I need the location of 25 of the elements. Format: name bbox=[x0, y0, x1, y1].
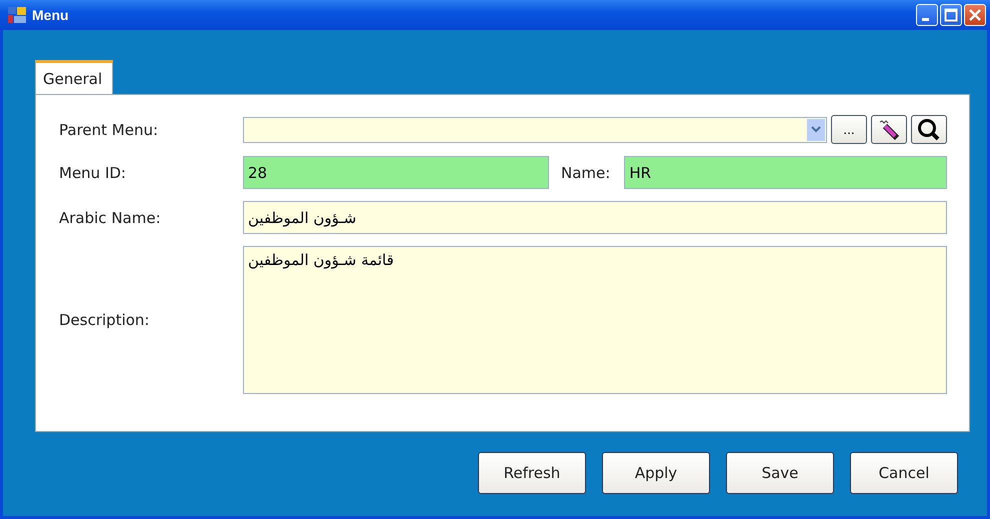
pencil-icon[interactable] bbox=[871, 115, 907, 144]
window-title: Menu bbox=[32, 7, 70, 23]
tab[interactable]: General bbox=[35, 60, 114, 94]
dialog-button[interactable]: Cancel bbox=[850, 452, 958, 494]
close-button[interactable] bbox=[964, 4, 986, 26]
field-label: Name: bbox=[561, 164, 610, 182]
field-label: Menu ID: bbox=[59, 164, 127, 182]
dialog-button[interactable]: Save bbox=[726, 452, 834, 494]
dialog-button[interactable]: Apply bbox=[602, 452, 710, 494]
dialog-button[interactable]: Refresh bbox=[478, 452, 586, 494]
browse-button[interactable]: ... bbox=[831, 115, 867, 144]
field-label: Parent Menu: bbox=[59, 120, 160, 138]
maximize-button[interactable] bbox=[940, 4, 962, 26]
field-label: Description: bbox=[59, 311, 150, 329]
minimize-icon bbox=[922, 18, 928, 20]
arabic-name-field[interactable]: شـؤون الموظفين bbox=[243, 201, 947, 234]
window-grid-icon bbox=[8, 7, 26, 23]
description-field[interactable]: قائمة شـؤون الموظفين bbox=[243, 246, 947, 394]
maximize-icon bbox=[944, 8, 958, 22]
name-field[interactable]: HR bbox=[624, 156, 947, 189]
search-icon[interactable] bbox=[911, 115, 947, 144]
minimize-button[interactable] bbox=[916, 4, 938, 26]
field-label: Arabic Name: bbox=[59, 208, 162, 226]
close-icon bbox=[968, 8, 982, 22]
menu-id-field[interactable]: 28 bbox=[243, 156, 549, 189]
